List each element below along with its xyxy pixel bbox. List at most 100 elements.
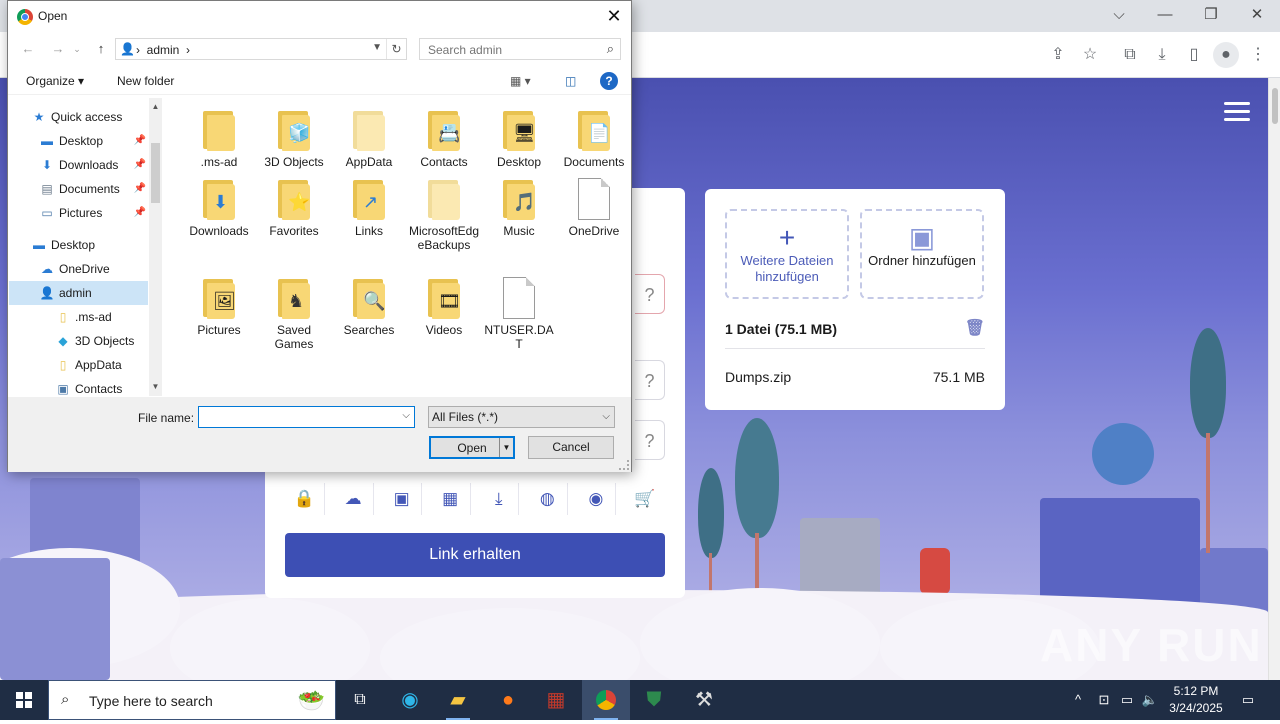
download-icon[interactable]: ⤓ — [1149, 42, 1175, 68]
tab-search-icon[interactable]: ⌵ — [1096, 0, 1142, 32]
add-folder-button[interactable]: ▣ Ordner hinzufügen — [860, 209, 984, 299]
notifications-icon[interactable]: ▭ — [1236, 680, 1260, 720]
preview-pane-icon[interactable]: ◫ — [565, 74, 576, 88]
file-item-downloads[interactable]: ⬇ Downloads — [182, 178, 256, 238]
extensions-icon[interactable]: ⧉ — [1117, 42, 1143, 68]
search-input[interactable]: Search admin ⌕ — [419, 38, 621, 60]
file-item-music[interactable]: 🎵 Music — [482, 178, 556, 238]
globe-icon[interactable]: ◍ — [528, 483, 568, 515]
file-explorer-icon[interactable]: ▰ — [434, 680, 482, 720]
shield-icon[interactable]: ⛊ — [630, 680, 678, 720]
breadcrumb-admin[interactable]: admin — [147, 43, 180, 57]
task-view-icon[interactable]: ⧉ — [336, 680, 384, 720]
help-tooltip-icon[interactable]: ? — [635, 360, 665, 400]
file-item-pictures[interactable]: 🖼 Pictures — [182, 277, 256, 337]
cancel-button[interactable]: Cancel — [528, 436, 614, 459]
nav-item-desktop[interactable]: ▬ Desktop 📌 — [39, 129, 148, 153]
file-item-desktop[interactable]: 🖥 Desktop — [482, 109, 556, 169]
chevron-down-icon[interactable]: ▼ — [372, 42, 382, 53]
volume-icon[interactable]: 🔈 — [1140, 680, 1160, 720]
nav-item-appdata[interactable]: ▯ AppData — [55, 353, 148, 377]
breadcrumb[interactable]: › admin › — [136, 43, 190, 57]
nav-item-pictures[interactable]: ▭ Pictures 📌 — [39, 201, 148, 225]
share-icon[interactable]: ⇪ — [1045, 42, 1071, 68]
file-item-ms-ad[interactable]: .ms-ad — [182, 109, 256, 169]
file-type-select[interactable]: All Files (*.*) ⌵ — [428, 406, 615, 428]
cart-icon[interactable]: 🛒 — [625, 483, 665, 515]
firefox-icon[interactable]: ● — [484, 680, 532, 720]
back-arrow-icon[interactable]: ← — [18, 39, 38, 59]
network-icon[interactable]: ▭ — [1117, 680, 1137, 720]
open-button[interactable]: Open ▼ — [429, 436, 515, 459]
help-icon[interactable]: ? — [600, 72, 618, 90]
cloud-icon[interactable]: ☁ — [334, 483, 374, 515]
nav-item-admin[interactable]: 👤 admin — [9, 281, 148, 305]
edge-icon[interactable]: ◉ — [386, 680, 434, 720]
scrollbar-thumb[interactable] — [1272, 88, 1278, 124]
file-name-input[interactable]: ⌵ — [198, 406, 415, 428]
add-files-button[interactable]: + Weitere Dateien hinzufügen — [725, 209, 849, 299]
get-link-button[interactable]: Link erhalten — [285, 533, 665, 577]
file-item-searches[interactable]: 🔍 Searches — [332, 277, 406, 337]
nav-item-onedrive[interactable]: ☁ OneDrive — [39, 257, 148, 281]
dialog-close-button[interactable]: ✕ — [603, 5, 625, 27]
download-icon[interactable]: ⤓ — [479, 483, 520, 515]
nav-item-ms-ad[interactable]: ▯ .ms-ad — [55, 305, 148, 329]
change-view-icon[interactable]: ▦ ▾ — [510, 74, 531, 88]
recent-locations-icon[interactable]: ⌄ — [71, 39, 83, 59]
file-item-appdata[interactable]: AppData — [332, 109, 406, 169]
file-item-videos[interactable]: 🎞 Videos — [407, 277, 481, 337]
address-bar[interactable]: 👤 › admin › ▼ ↻ — [115, 38, 407, 60]
close-window-button[interactable]: ✕ — [1234, 0, 1280, 32]
taskbar-search-input[interactable]: ⌕ Type here to search 🥗 — [48, 680, 336, 720]
chrome-icon[interactable] — [582, 680, 630, 720]
scroll-up-icon[interactable]: ▲ — [149, 100, 162, 114]
file-item-ntuser-dat[interactable]: NTUSER.DAT — [482, 277, 556, 351]
nav-scrollbar[interactable]: ▲ ▼ — [149, 98, 162, 396]
help-tooltip-icon[interactable]: ? — [635, 274, 665, 314]
file-item-saved-games[interactable]: ♞ Saved Games — [257, 277, 331, 351]
nav-item-quick-access[interactable]: ★ Quick access — [31, 105, 162, 129]
sidepanel-icon[interactable]: ▯ — [1181, 42, 1207, 68]
clock[interactable]: 5:12 PM 3/24/2025 — [1160, 683, 1232, 717]
file-item-microsoftedgebackups[interactable]: MicrosoftEdgeBackups — [407, 178, 481, 252]
nav-item-contacts[interactable]: ▣ Contacts — [55, 377, 148, 396]
tools-icon[interactable]: ⚒ — [680, 680, 728, 720]
up-arrow-icon[interactable]: ↑ — [91, 39, 111, 59]
scroll-down-icon[interactable]: ▼ — [149, 380, 162, 394]
scrollbar-thumb[interactable] — [151, 143, 160, 203]
eye-icon[interactable]: ◉ — [576, 483, 617, 515]
open-options-dropdown-icon[interactable]: ▼ — [499, 438, 513, 457]
organize-button[interactable]: Organize ▾ — [26, 74, 84, 88]
nav-item-desktop-root[interactable]: ▬ Desktop — [31, 233, 162, 257]
file-item-3d-objects[interactable]: 🧊 3D Objects — [257, 109, 331, 169]
search-icon[interactable]: ⌕ — [607, 41, 614, 57]
network-device-icon[interactable]: ⊡ — [1094, 680, 1114, 720]
minimize-button[interactable]: — — [1142, 0, 1188, 32]
restore-button[interactable]: ❐ — [1188, 0, 1234, 32]
nav-item-downloads[interactable]: ⬇ Downloads 📌 — [39, 153, 148, 177]
profile-icon[interactable]: ● — [1213, 42, 1239, 68]
file-item-onedrive[interactable]: OneDrive — [557, 178, 631, 238]
menu-icon[interactable]: ⋮ — [1245, 42, 1271, 68]
forward-arrow-icon[interactable]: → — [48, 39, 68, 59]
chevron-down-icon[interactable]: ⌵ — [602, 407, 610, 427]
file-item-links[interactable]: ↗ Links — [332, 178, 406, 238]
lock-icon[interactable]: 🔒 — [285, 483, 325, 515]
calendar-icon[interactable]: ▦ — [431, 483, 471, 515]
resize-grip[interactable] — [619, 460, 629, 470]
file-item-documents[interactable]: 📄 Documents — [557, 109, 631, 169]
new-folder-button[interactable]: New folder — [117, 74, 174, 88]
nav-item-3d-objects[interactable]: ◆ 3D Objects — [55, 329, 148, 353]
start-button[interactable] — [0, 680, 48, 720]
help-tooltip-icon[interactable]: ? — [635, 420, 665, 460]
nav-item-documents[interactable]: ▤ Documents 📌 — [39, 177, 148, 201]
chevron-down-icon[interactable]: ⌵ — [402, 410, 410, 421]
image-icon[interactable]: ▣ — [382, 483, 423, 515]
file-item-favorites[interactable]: ⭐ Favorites — [257, 178, 331, 238]
page-scrollbar[interactable] — [1268, 78, 1280, 680]
refresh-icon[interactable]: ↻ — [386, 39, 406, 59]
file-item-contacts[interactable]: 📇 Contacts — [407, 109, 481, 169]
star-icon[interactable]: ☆ — [1077, 42, 1103, 68]
hamburger-menu-icon[interactable] — [1224, 102, 1250, 122]
